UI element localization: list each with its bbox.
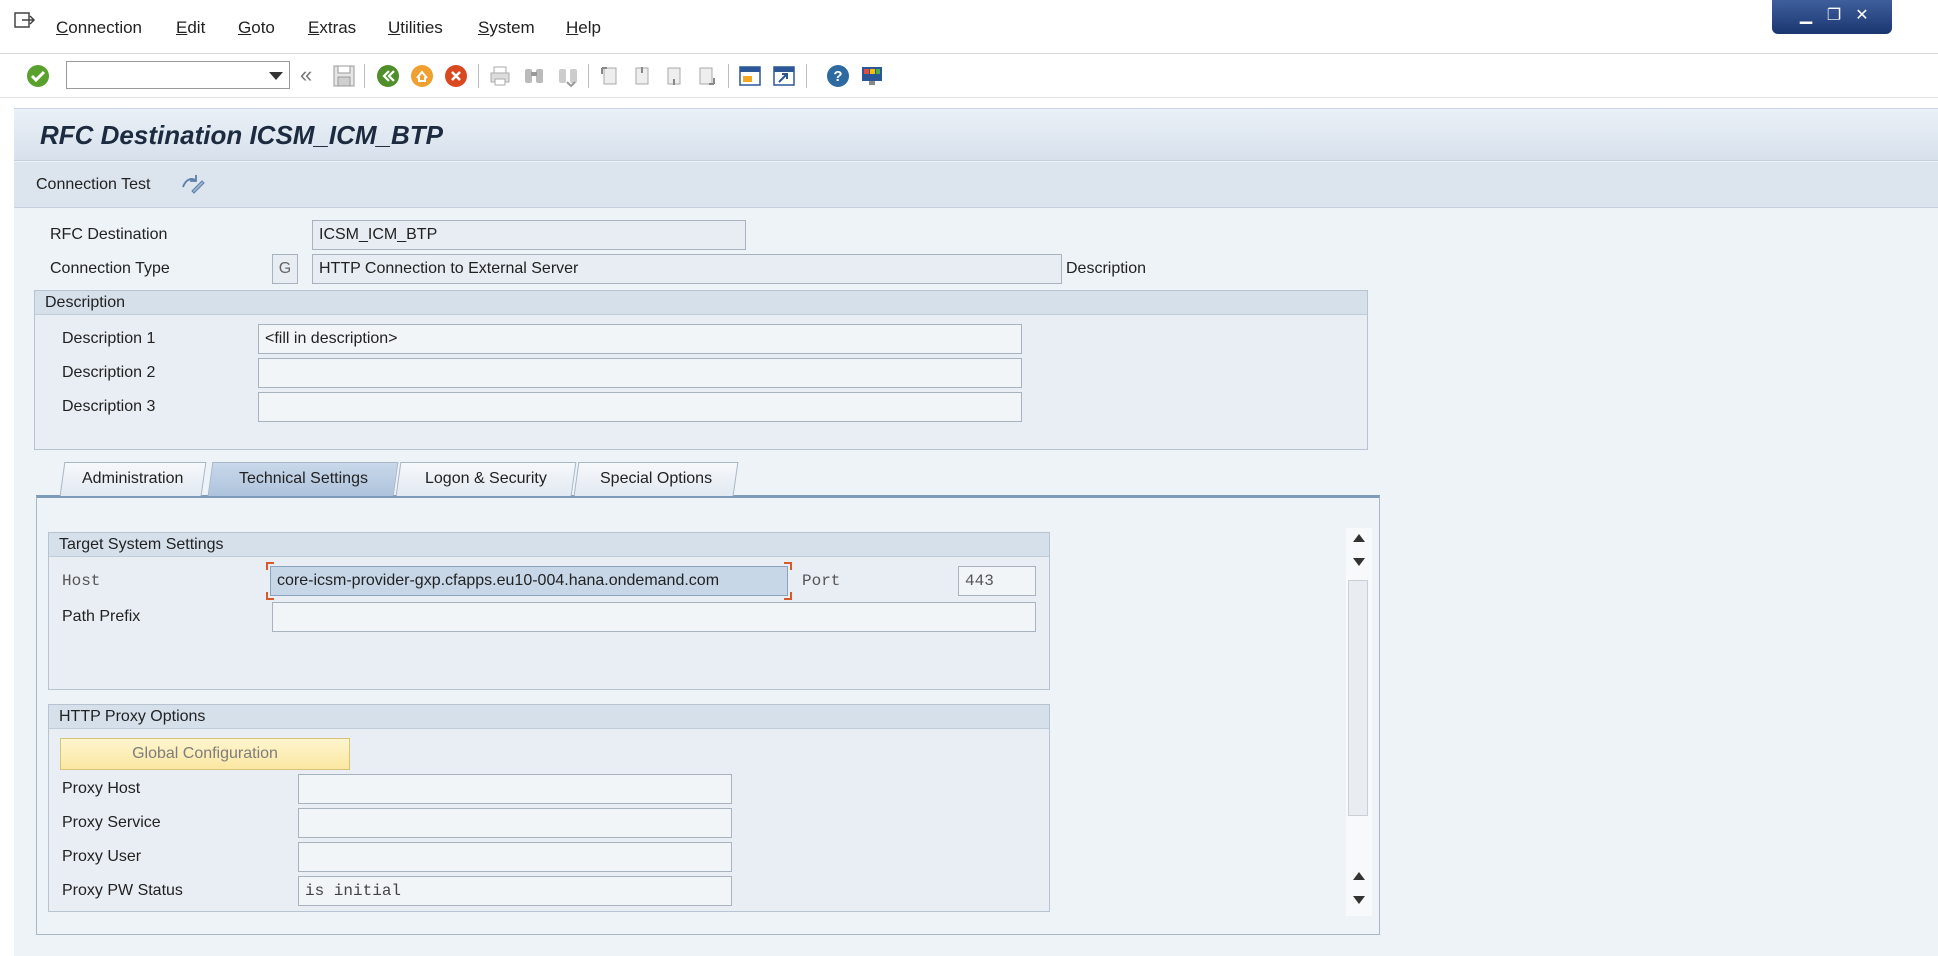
global-configuration-button[interactable]: Global Configuration — [60, 738, 350, 770]
menu-bar: Connection Edit Goto Extras Utilities Sy… — [0, 0, 1938, 54]
proxy-user-label: Proxy User — [62, 848, 142, 865]
proxy-service-field[interactable] — [298, 808, 732, 838]
proxy-host-field[interactable] — [298, 774, 732, 804]
rfc-destination-label: RFC Destination — [50, 226, 168, 243]
help-icon[interactable]: ? — [826, 64, 850, 88]
tab-label: Logon & Security — [425, 470, 547, 487]
back-icon[interactable] — [376, 64, 400, 88]
tab-label: Special Options — [599, 470, 713, 487]
description-1-label: Description 1 — [62, 330, 156, 347]
proxy-service-label: Proxy Service — [62, 814, 161, 831]
host-label: Host — [62, 572, 101, 590]
port-label: Port — [802, 572, 841, 590]
toolbar-separator — [806, 64, 807, 88]
minimize-icon[interactable]: ▁ — [1794, 6, 1818, 26]
menu-extras[interactable]: Extras — [308, 18, 356, 38]
page-title: RFC Destination ICSM_ICM_BTP — [40, 120, 444, 150]
description-link[interactable]: Description — [1066, 260, 1146, 278]
find-icon[interactable] — [522, 64, 546, 88]
connection-type-field[interactable]: HTTP Connection to External Server — [312, 254, 1062, 284]
customize-layout-icon[interactable] — [860, 64, 884, 88]
tab-technical-settings[interactable]: Technical Settings — [207, 462, 399, 496]
save-icon[interactable] — [332, 64, 356, 88]
shortcut-icon[interactable] — [772, 64, 796, 88]
description-2-label: Description 2 — [62, 364, 156, 381]
command-input[interactable] — [67, 62, 257, 88]
collapse-icon[interactable]: « — [300, 62, 324, 87]
window-controls: ▁ ❐ ✕ — [1772, 0, 1892, 34]
http-proxy-group-title: HTTP Proxy Options — [49, 705, 1049, 729]
focus-corner — [266, 562, 274, 570]
vertical-scrollbar[interactable] — [1346, 528, 1372, 916]
connection-type-code: G — [272, 254, 298, 284]
title-bar: RFC Destination ICSM_ICM_BTP — [14, 109, 1938, 161]
exit-icon[interactable] — [410, 64, 434, 88]
proxy-user-field[interactable] — [298, 842, 732, 872]
menu-connection[interactable]: Connection — [56, 18, 142, 38]
create-session-icon[interactable] — [738, 64, 762, 88]
description-1-field[interactable]: <fill in description> — [258, 324, 1022, 354]
path-prefix-field[interactable] — [272, 602, 1036, 632]
scroll-up-icon[interactable] — [1353, 872, 1365, 880]
last-page-icon[interactable] — [694, 64, 718, 88]
toolbar-separator — [588, 64, 589, 88]
tab-logon-security[interactable]: Logon & Security — [395, 462, 577, 496]
chevron-down-icon[interactable] — [269, 72, 283, 80]
enter-icon[interactable] — [26, 64, 50, 88]
proxy-pw-status-label: Proxy PW Status — [62, 882, 183, 899]
menu-utilities[interactable]: Utilities — [388, 18, 443, 38]
menu-edit[interactable]: Edit — [176, 18, 205, 38]
description-3-field[interactable] — [258, 392, 1022, 422]
menu-system[interactable]: System — [478, 18, 535, 38]
close-icon[interactable]: ✕ — [1850, 6, 1874, 26]
connection-test-button[interactable]: Connection Test — [36, 176, 150, 194]
next-page-icon[interactable] — [662, 64, 686, 88]
application-toolbar: Connection Test — [14, 162, 1938, 208]
toolbar-separator — [728, 64, 729, 88]
standard-toolbar: « ? — [0, 54, 1938, 98]
focus-corner — [784, 592, 792, 600]
system-menu-icon[interactable] — [14, 12, 36, 30]
first-page-icon[interactable] — [598, 64, 622, 88]
description-3-label: Description 3 — [62, 398, 156, 415]
proxy-pw-status-field: is initial — [298, 876, 732, 906]
restore-icon[interactable]: ❐ — [1822, 6, 1846, 26]
scroll-down-icon[interactable] — [1353, 558, 1365, 566]
target-system-group-title: Target System Settings — [49, 533, 1049, 557]
scroll-up-icon[interactable] — [1353, 534, 1365, 542]
print-icon[interactable] — [488, 64, 512, 88]
cancel-icon[interactable] — [444, 64, 468, 88]
tab-special-options[interactable]: Special Options — [573, 462, 739, 496]
port-field[interactable]: 443 — [958, 566, 1036, 596]
scroll-down-icon[interactable] — [1353, 896, 1365, 904]
previous-page-icon[interactable] — [630, 64, 654, 88]
description-2-field[interactable] — [258, 358, 1022, 388]
focus-corner — [784, 562, 792, 570]
scroll-thumb[interactable] — [1348, 580, 1368, 816]
menu-goto[interactable]: Goto — [238, 18, 275, 38]
tab-administration[interactable]: Administration — [59, 462, 207, 496]
tab-label: Administration — [82, 470, 184, 487]
path-prefix-label: Path Prefix — [62, 608, 141, 625]
rfc-destination-field[interactable]: ICSM_ICM_BTP — [312, 220, 746, 250]
focus-corner — [266, 592, 274, 600]
command-field[interactable] — [66, 61, 290, 89]
description-group-title: Description — [35, 291, 1367, 315]
connection-type-label: Connection Type — [50, 260, 170, 277]
svg-text:?: ? — [833, 68, 842, 85]
find-next-icon[interactable] — [556, 64, 580, 88]
toolbar-separator — [478, 64, 479, 88]
menu-help[interactable]: Help — [566, 18, 601, 38]
toolbar-separator — [364, 64, 365, 88]
tab-label: Technical Settings — [238, 470, 368, 487]
proxy-host-label: Proxy Host — [62, 780, 141, 797]
host-field[interactable]: core-icsm-provider-gxp.cfapps.eu10-004.h… — [270, 566, 788, 596]
connection-test-icon[interactable] — [180, 173, 206, 195]
